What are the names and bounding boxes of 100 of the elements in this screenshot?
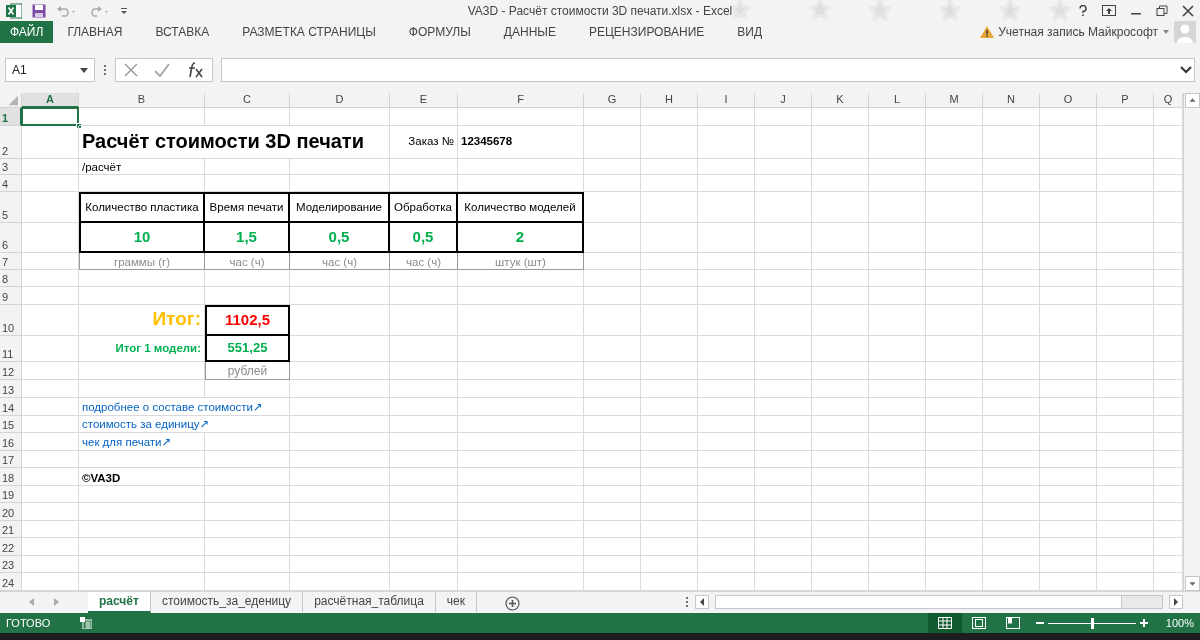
empty-cell[interactable] xyxy=(290,304,390,336)
empty-cell[interactable] xyxy=(79,450,205,468)
vertical-scrollbar[interactable] xyxy=(1183,92,1200,591)
empty-cell[interactable] xyxy=(1097,361,1154,380)
empty-cell[interactable] xyxy=(584,191,641,223)
empty-cell[interactable] xyxy=(926,502,983,521)
empty-cell[interactable] xyxy=(205,502,290,521)
empty-cell[interactable] xyxy=(1040,222,1097,253)
check-icon[interactable] xyxy=(154,63,170,78)
empty-cell[interactable] xyxy=(390,174,458,192)
empty-cell[interactable] xyxy=(926,174,983,192)
empty-cell[interactable] xyxy=(458,555,584,573)
empty-cell[interactable] xyxy=(584,572,641,591)
empty-cell[interactable] xyxy=(584,252,641,270)
empty-cell[interactable] xyxy=(1097,269,1154,287)
empty-cell[interactable] xyxy=(698,572,755,591)
empty-cell[interactable] xyxy=(1097,174,1154,192)
empty-cell[interactable] xyxy=(698,269,755,287)
empty-cell[interactable] xyxy=(290,335,390,362)
empty-cell[interactable] xyxy=(926,158,983,175)
empty-cell[interactable] xyxy=(641,432,698,451)
empty-cell[interactable] xyxy=(584,520,641,538)
empty-cell[interactable] xyxy=(205,450,290,468)
empty-cell[interactable] xyxy=(698,286,755,305)
empty-cell[interactable] xyxy=(698,304,755,336)
row-header[interactable]: 10 xyxy=(0,304,22,336)
ribbon-tab[interactable]: ФОРМУЛЫ xyxy=(408,21,471,44)
empty-cell[interactable] xyxy=(698,467,755,486)
empty-cell[interactable] xyxy=(584,415,641,433)
empty-cell[interactable] xyxy=(698,520,755,538)
empty-cell[interactable] xyxy=(755,335,812,362)
empty-cell[interactable] xyxy=(983,520,1040,538)
empty-cell[interactable] xyxy=(290,286,390,305)
empty-cell[interactable] xyxy=(458,572,584,591)
empty-cell[interactable] xyxy=(1040,286,1097,305)
empty-cell[interactable] xyxy=(869,485,926,503)
empty-cell[interactable] xyxy=(755,304,812,336)
empty-cell[interactable] xyxy=(812,450,869,468)
empty-cell[interactable] xyxy=(812,252,869,270)
empty-cell[interactable] xyxy=(869,397,926,416)
empty-cell[interactable] xyxy=(983,174,1040,192)
empty-cell[interactable] xyxy=(641,379,698,398)
empty-cell[interactable] xyxy=(1097,520,1154,538)
empty-cell[interactable] xyxy=(698,397,755,416)
empty-cell[interactable] xyxy=(812,397,869,416)
empty-cell[interactable] xyxy=(79,361,205,380)
empty-cell[interactable] xyxy=(79,537,205,556)
empty-cell[interactable] xyxy=(869,252,926,270)
empty-cell[interactable] xyxy=(79,502,205,521)
empty-cell[interactable] xyxy=(390,432,458,451)
empty-cell[interactable] xyxy=(812,537,869,556)
empty-cell[interactable] xyxy=(390,361,458,380)
empty-cell[interactable] xyxy=(390,397,458,416)
empty-cell[interactable] xyxy=(584,174,641,192)
empty-cell[interactable] xyxy=(205,269,290,287)
empty-cell[interactable] xyxy=(641,222,698,253)
empty-cell[interactable] xyxy=(584,335,641,362)
empty-cell[interactable] xyxy=(926,379,983,398)
redo-icon[interactable] xyxy=(88,4,110,17)
empty-cell[interactable] xyxy=(698,485,755,503)
column-header[interactable]: B xyxy=(79,92,205,108)
empty-cell[interactable] xyxy=(983,125,1040,159)
empty-cell[interactable] xyxy=(584,304,641,336)
empty-cell[interactable] xyxy=(458,397,584,416)
active-cell[interactable] xyxy=(22,107,79,126)
empty-cell[interactable] xyxy=(641,415,698,433)
empty-cell[interactable] xyxy=(755,555,812,573)
row-header[interactable]: 6 xyxy=(0,222,22,253)
empty-cell[interactable] xyxy=(290,397,390,416)
empty-cell[interactable] xyxy=(1097,125,1154,159)
empty-cell[interactable] xyxy=(641,520,698,538)
empty-cell[interactable] xyxy=(641,107,698,126)
empty-cell[interactable] xyxy=(698,450,755,468)
empty-cell[interactable] xyxy=(869,286,926,305)
column-header[interactable]: K xyxy=(812,92,869,108)
empty-cell[interactable] xyxy=(869,335,926,362)
zoom-level[interactable]: 100% xyxy=(1165,617,1194,630)
empty-cell[interactable] xyxy=(755,107,812,126)
empty-cell[interactable] xyxy=(698,335,755,362)
empty-cell[interactable] xyxy=(812,125,869,159)
restore-icon[interactable] xyxy=(1156,4,1168,17)
empty-cell[interactable] xyxy=(869,415,926,433)
empty-cell[interactable] xyxy=(390,286,458,305)
empty-cell[interactable] xyxy=(1040,269,1097,287)
empty-cell[interactable] xyxy=(1097,158,1154,175)
empty-cell[interactable] xyxy=(641,174,698,192)
empty-cell[interactable] xyxy=(458,537,584,556)
empty-cell[interactable] xyxy=(812,222,869,253)
empty-cell[interactable] xyxy=(1097,286,1154,305)
account-name[interactable]: Учетная запись Майкрософт xyxy=(998,25,1158,40)
empty-cell[interactable] xyxy=(926,304,983,336)
empty-cell[interactable] xyxy=(869,537,926,556)
empty-cell[interactable] xyxy=(983,252,1040,270)
empty-cell[interactable] xyxy=(983,335,1040,362)
empty-cell[interactable] xyxy=(458,450,584,468)
empty-cell[interactable] xyxy=(1040,107,1097,126)
add-sheet-icon[interactable] xyxy=(505,595,521,611)
empty-cell[interactable] xyxy=(1040,361,1097,380)
empty-cell[interactable] xyxy=(812,107,869,126)
empty-cell[interactable] xyxy=(698,379,755,398)
